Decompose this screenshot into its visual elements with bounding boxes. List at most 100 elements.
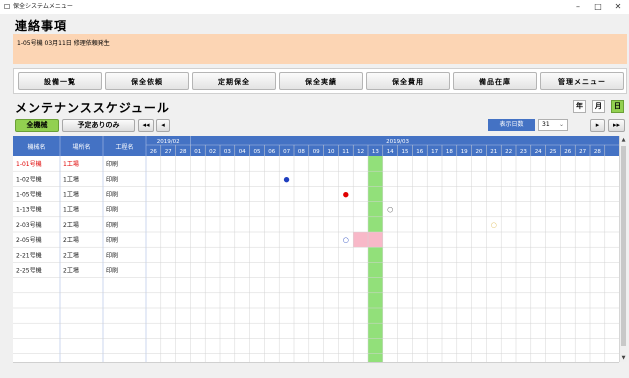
view-day-button[interactable]: 日: [611, 100, 624, 113]
day-label: 19: [461, 149, 468, 155]
day-label: 16: [416, 149, 423, 155]
minimize-button[interactable]: –: [568, 0, 588, 14]
next-far-button[interactable]: ▸▸: [608, 119, 625, 132]
column-header: 機械名: [27, 143, 45, 151]
row-process-name: 印刷: [106, 206, 118, 214]
row-place-name: 2工場: [63, 267, 79, 275]
main-menu-bar: 設備一覧 保全依頼 定期保全 保全実績 保全費用 備品在庫 管理メニュー: [13, 68, 627, 94]
day-label: 12: [357, 149, 364, 155]
row-machine-name: 1-13号機: [16, 206, 42, 214]
notice-box: 1-05号機 03月11日 修理依頼発生: [13, 34, 627, 64]
scroll-up-icon[interactable]: ▲: [620, 136, 627, 144]
day-label: 23: [520, 149, 527, 155]
day-label: 25: [550, 149, 557, 155]
vertical-scrollbar[interactable]: ▲ ▼: [619, 136, 627, 362]
month-label: 2019/02: [157, 139, 180, 145]
maintenance-cost-button[interactable]: 保全費用: [366, 72, 450, 90]
row-place-name: 1工場: [63, 160, 79, 168]
next-button[interactable]: ▸: [590, 119, 605, 132]
day-label: 15: [402, 149, 409, 155]
view-month-button[interactable]: 月: [592, 100, 605, 113]
row-machine-name: 1-01号機: [16, 160, 42, 168]
row-place-name: 2工場: [63, 236, 79, 244]
schedule-marker: ●: [284, 175, 290, 183]
day-label: 18: [446, 149, 453, 155]
day-label: 21: [490, 149, 497, 155]
schedule-marker: ○: [491, 221, 497, 229]
prev-far-button[interactable]: ◂◂: [138, 119, 154, 132]
month-label: 2019/03: [386, 139, 409, 145]
schedule-marker: ●: [343, 191, 349, 199]
filter-planned-only-button[interactable]: 予定ありのみ: [62, 119, 135, 132]
day-label: 20: [476, 149, 483, 155]
day-label: 11: [342, 149, 349, 155]
day-label: 09: [313, 149, 320, 155]
filter-all-machines-button[interactable]: 全機械: [15, 119, 59, 132]
parts-inventory-button[interactable]: 備品在庫: [453, 72, 537, 90]
day-label: 10: [328, 149, 335, 155]
app-icon: [4, 4, 10, 9]
notice-text: 1-05号機 03月11日 修理依頼発生: [17, 40, 110, 47]
window-titlebar: 保全システムメニュー – □ ✕: [0, 0, 629, 14]
today-column: [368, 156, 383, 362]
maintenance-record-button[interactable]: 保全実績: [279, 72, 363, 90]
schedule-grid: 機械名 場所名 工程名 2019/02 2019/03 26 27 28 01 02 03 04 05 0…: [13, 136, 619, 363]
row-process-name: 印刷: [106, 251, 118, 259]
close-button[interactable]: ✕: [608, 0, 628, 14]
admin-menu-button[interactable]: 管理メニュー: [540, 72, 624, 90]
chevron-down-icon: ⌄: [558, 121, 564, 128]
day-label: 07: [283, 149, 290, 155]
row-machine-name: 2-21号機: [16, 251, 42, 259]
status-bar: [0, 364, 629, 378]
row-process-name: 印刷: [106, 191, 118, 199]
display-days-select[interactable]: 31 ⌄: [538, 119, 568, 131]
row-machine-name: 1-02号機: [16, 175, 42, 183]
row-process-name: 印刷: [106, 221, 118, 229]
row-process-name: 印刷: [106, 236, 118, 244]
row-machine-name: 2-03号機: [16, 221, 42, 229]
scroll-thumb[interactable]: [621, 146, 626, 346]
row-place-name: 2工場: [63, 251, 79, 259]
schedule-title: メンテナンススケジュール: [15, 101, 170, 115]
day-label: 22: [505, 149, 512, 155]
scroll-down-icon[interactable]: ▼: [620, 354, 627, 362]
periodic-maintenance-button[interactable]: 定期保全: [192, 72, 276, 90]
row-machine-name: 2-05号機: [16, 236, 42, 244]
window-title: 保全システムメニュー: [13, 3, 73, 10]
row-place-name: 2工場: [63, 221, 79, 229]
maintenance-request-button[interactable]: 保全依頼: [105, 72, 189, 90]
schedule-marker: ○: [387, 206, 393, 214]
day-label: 03: [224, 149, 231, 155]
day-label: 05: [254, 149, 261, 155]
column-header: 工程名: [115, 143, 133, 151]
row-place-name: 1工場: [63, 175, 79, 183]
row-place-name: 1工場: [63, 206, 79, 214]
equipment-list-button[interactable]: 設備一覧: [18, 72, 102, 90]
prev-button[interactable]: ◂: [156, 119, 170, 132]
day-label: 26: [150, 149, 157, 155]
display-days-label: 表示日数: [488, 119, 535, 131]
day-label: 17: [431, 149, 438, 155]
row-place-name: 1工場: [63, 191, 79, 199]
day-label: 02: [209, 149, 216, 155]
notice-title: 連絡事項: [15, 19, 68, 33]
display-days-value: 31: [542, 121, 550, 128]
view-year-button[interactable]: 年: [573, 100, 586, 113]
schedule-marker: ○: [343, 236, 349, 244]
day-label: 14: [387, 149, 394, 155]
day-label: 13: [372, 149, 379, 155]
row-process-name: 印刷: [106, 267, 118, 275]
row-process-name: 印刷: [106, 175, 118, 183]
day-label: 24: [535, 149, 542, 155]
day-label: 28: [180, 149, 187, 155]
schedule-grid-canvas: 機械名 場所名 工程名 2019/02 2019/03 26 27 28 01 02 03 04 05 0…: [13, 136, 619, 362]
day-label: 27: [165, 149, 172, 155]
day-label: 28: [594, 149, 601, 155]
column-header: 場所名: [72, 143, 90, 151]
maximize-button[interactable]: □: [588, 0, 608, 14]
day-label: 27: [579, 149, 586, 155]
row-process-name: 印刷: [106, 160, 118, 168]
day-label: 06: [268, 149, 275, 155]
day-label: 01: [194, 149, 201, 155]
row-machine-name: 2-25号機: [16, 267, 42, 275]
